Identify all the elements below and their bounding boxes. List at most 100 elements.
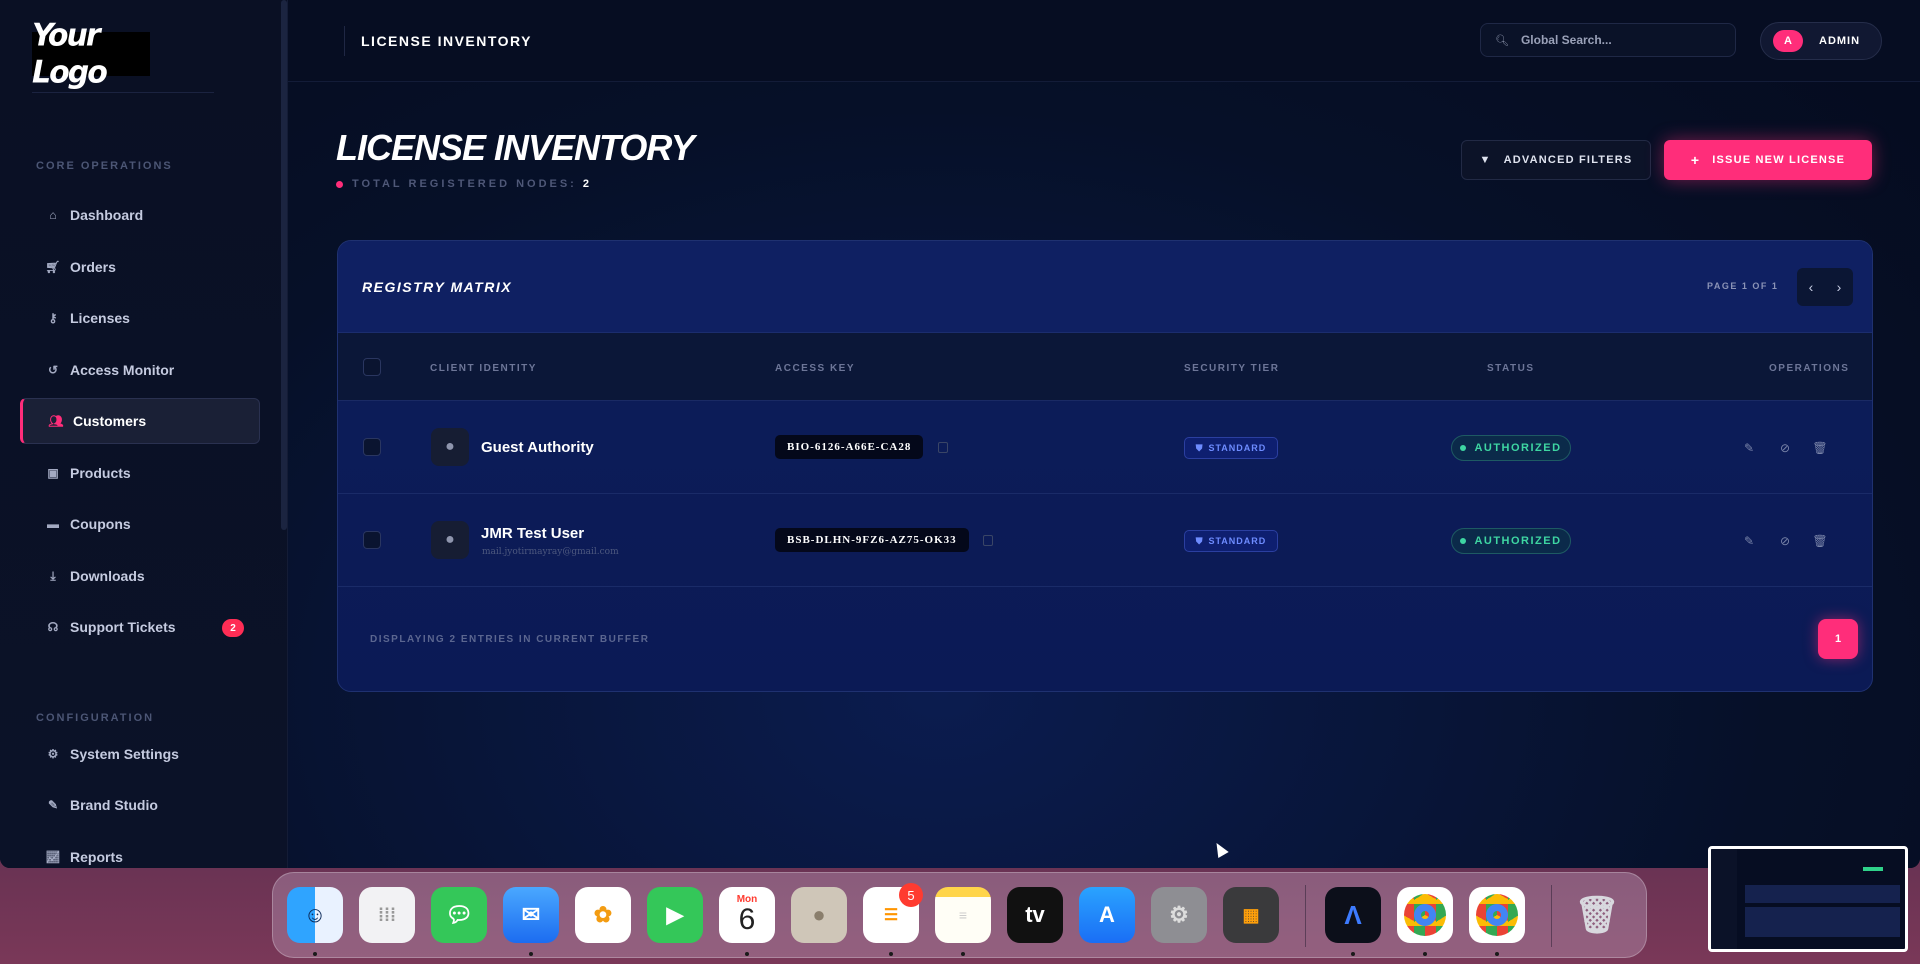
topbar: LICENSE INVENTORY 🔍︎ A ADMIN <box>288 0 1920 82</box>
calendar-day: 6 <box>738 903 756 936</box>
sidebar-item-products[interactable]: ▣ Products <box>20 450 260 496</box>
card-title: REGISTRY MATRIX <box>362 279 513 295</box>
table-footer-text: DISPLAYING 2 ENTRIES IN CURRENT BUFFER <box>370 634 650 645</box>
security-tier-badge: ⛊ STANDARD <box>1184 437 1278 459</box>
sidebar-item-coupons[interactable]: ▬ Coupons <box>20 501 260 547</box>
brand-logo[interactable]: Your Logo <box>32 17 150 91</box>
page-number-button[interactable]: 1 <box>1818 619 1858 659</box>
chrome-icon[interactable] <box>1397 887 1453 943</box>
history-icon: ↺ <box>47 363 59 377</box>
facetime-icon[interactable]: ▶ <box>647 887 703 943</box>
advanced-filters-button[interactable]: ▼ ADVANCED FILTERS <box>1461 140 1651 180</box>
select-all-checkbox[interactable] <box>363 358 381 376</box>
system-settings-icon[interactable]: ⚙ <box>1151 887 1207 943</box>
brush-icon: ✎ <box>47 798 59 812</box>
sidebar-item-orders[interactable]: 🛒︎ Orders <box>20 244 260 290</box>
running-indicator <box>1351 952 1355 956</box>
section-configuration: CONFIGURATION <box>36 712 155 724</box>
reminders-badge: 5 <box>899 883 923 907</box>
running-indicator <box>1495 952 1499 956</box>
photos-icon[interactable]: ✿ <box>575 887 631 943</box>
sidebar-item-system-settings[interactable]: ⚙ System Settings <box>20 731 260 777</box>
contacts-icon[interactable]: ● <box>791 887 847 943</box>
dock-separator <box>1551 885 1552 947</box>
copy-icon[interactable] <box>938 442 948 453</box>
user-avatar-icon: ● <box>431 428 469 466</box>
apple-tv-icon[interactable]: tv <box>1007 887 1063 943</box>
revoke-icon[interactable]: ⊘ <box>1778 441 1792 455</box>
client-name: Guest Authority <box>481 439 594 456</box>
row-checkbox[interactable] <box>363 438 381 456</box>
total-label: TOTAL REGISTERED NODES: <box>352 178 577 190</box>
trash-icon[interactable]: 🗑︎ <box>1812 534 1827 548</box>
launchpad-icon[interactable]: ⁞⁞⁞ <box>359 887 415 943</box>
sidebar-item-label: Products <box>70 465 131 481</box>
chevron-right-icon[interactable]: › <box>1825 268 1853 306</box>
access-key: BIO-6126-A66E-CA28 <box>775 435 924 459</box>
edit-icon[interactable]: ✎ <box>1742 534 1756 548</box>
sidebar: Your Logo CORE OPERATIONS ⌂ Dashboard 🛒︎… <box>0 0 288 868</box>
arc-icon[interactable]: Λ <box>1325 887 1381 943</box>
security-tier-badge: ⛊ STANDARD <box>1184 530 1278 552</box>
messages-icon[interactable]: 💬︎ <box>431 887 487 943</box>
column-status: STATUS <box>1487 363 1535 374</box>
registry-matrix-card: REGISTRY MATRIX PAGE 1 OF 1 ‹ › CLIENT I… <box>337 240 1873 692</box>
notes-icon[interactable]: ≡ <box>935 887 991 943</box>
sidebar-item-label: Support Tickets <box>70 619 176 635</box>
status-badge: AUTHORIZED <box>1451 435 1571 461</box>
running-indicator <box>961 952 965 956</box>
app-store-icon[interactable]: A <box>1079 887 1135 943</box>
sidebar-item-access-monitor[interactable]: ↺ Access Monitor <box>20 347 260 393</box>
trash-icon[interactable]: 🗑︎ <box>1569 887 1625 943</box>
search-input[interactable] <box>1520 33 1721 47</box>
running-indicator <box>529 952 533 956</box>
total-count: 2 <box>582 178 592 190</box>
support-tickets-badge: 2 <box>222 619 244 637</box>
dock: ☺ ⁞⁞⁞ 💬︎ ✉ ✿ ▶ Mon 6 ● ☰ 5 ≡ tv A ⚙ ▦ Λ … <box>272 872 1647 958</box>
sidebar-item-licenses[interactable]: ⚷ Licenses <box>20 295 260 341</box>
sidebar-item-label: Customers <box>73 413 147 429</box>
gear-icon: ⚙ <box>47 747 59 761</box>
filter-icon: ▼ <box>1479 154 1492 166</box>
sidebar-item-reports[interactable]: 📈︎ Reports <box>20 834 260 868</box>
running-indicator <box>889 952 893 956</box>
copy-icon[interactable] <box>983 535 993 546</box>
chevron-left-icon[interactable]: ‹ <box>1797 268 1825 306</box>
global-search[interactable]: 🔍︎ <box>1480 23 1736 57</box>
sidebar-item-label: Brand Studio <box>70 797 158 813</box>
logo-text: Your Logo <box>32 17 108 91</box>
row-checkbox[interactable] <box>363 531 381 549</box>
shield-icon: ⛊ <box>1195 442 1204 453</box>
sidebar-item-dashboard[interactable]: ⌂ Dashboard <box>20 192 260 238</box>
issue-new-license-button[interactable]: + ISSUE NEW LICENSE <box>1664 140 1872 180</box>
table-row: ● JMR Test User mail.jyotirmayray@gmail.… <box>338 494 1872 587</box>
sidebar-scrollbar[interactable] <box>281 0 287 530</box>
revoke-icon[interactable]: ⊘ <box>1778 534 1792 548</box>
table-header: CLIENT IDENTITY ACCESS KEY SECURITY TIER… <box>338 333 1872 401</box>
sidebar-item-support-tickets[interactable]: ☊ Support Tickets 2 <box>20 604 260 650</box>
table-row: ● Guest Authority BIO-6126-A66E-CA28 ⛊ S… <box>338 401 1872 494</box>
calendar-icon[interactable]: Mon 6 <box>719 887 775 943</box>
avatar: A <box>1773 30 1803 52</box>
download-icon: ⤓ <box>50 568 56 583</box>
calculator-icon[interactable]: ▦ <box>1223 887 1279 943</box>
page-info: PAGE 1 OF 1 <box>1707 281 1779 291</box>
sidebar-item-customers[interactable]: 👥︎ Customers <box>20 398 260 444</box>
edit-icon[interactable]: ✎ <box>1742 441 1756 455</box>
finder-icon[interactable]: ☺ <box>287 887 343 943</box>
window-preview-thumbnail[interactable] <box>1708 846 1908 952</box>
status-label: AUTHORIZED <box>1474 535 1562 547</box>
user-menu[interactable]: A ADMIN <box>1760 22 1882 60</box>
plus-icon: + <box>1690 152 1701 168</box>
main-content: LICENSE INVENTORY 🔍︎ A ADMIN LICENSE INV… <box>288 0 1920 868</box>
accent-dot <box>336 180 343 188</box>
sidebar-item-label: Coupons <box>70 516 131 532</box>
trash-icon[interactable]: 🗑︎ <box>1812 441 1827 455</box>
sidebar-item-brand-studio[interactable]: ✎ Brand Studio <box>20 782 260 828</box>
logo-divider <box>32 92 214 93</box>
mail-icon[interactable]: ✉ <box>503 887 559 943</box>
sidebar-item-downloads[interactable]: ⤓ Downloads <box>20 553 260 599</box>
chrome-icon[interactable] <box>1469 887 1525 943</box>
card-header: REGISTRY MATRIX PAGE 1 OF 1 ‹ › <box>338 241 1872 333</box>
column-client-identity: CLIENT IDENTITY <box>430 363 537 374</box>
